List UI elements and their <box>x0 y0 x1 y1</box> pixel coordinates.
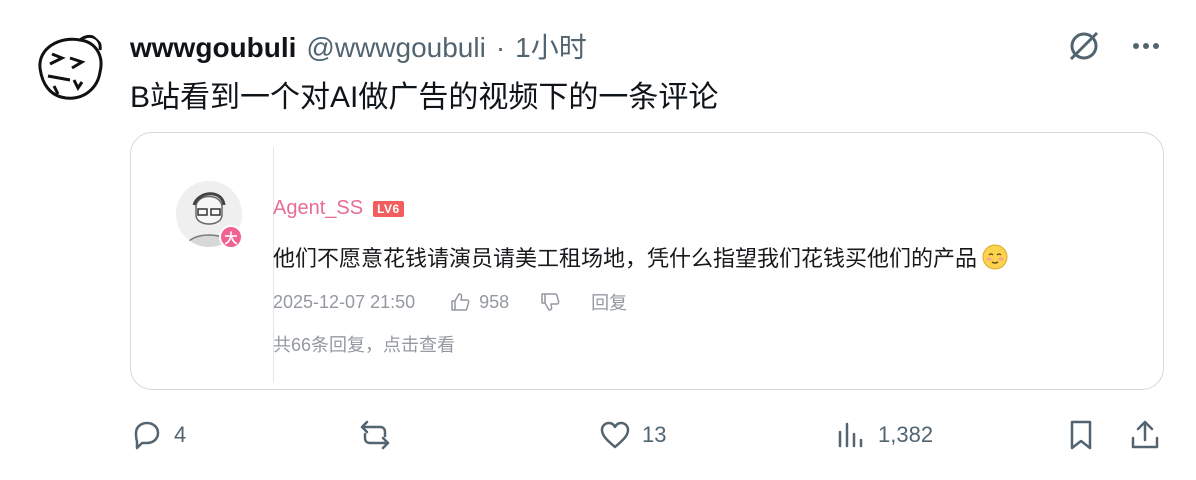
comment-text-row: 他们不愿意花钱请演员请美工租场地，凭什么指望我们花钱买他们的产品 <box>273 241 1009 273</box>
vip-badge: 大 <box>219 225 243 249</box>
doodle-face-icon <box>38 34 103 100</box>
action-bar: 4 13 1,382 <box>130 418 1170 458</box>
comment-reply: 回复 <box>591 293 628 313</box>
like-count: 13 <box>642 422 667 447</box>
display-name[interactable]: wwwgoubuli <box>130 32 296 64</box>
media-card[interactable]: 大 Agent_SS LV6 他们不愿意花钱请演员请美工租场地，凭什么指望我们花… <box>130 132 1164 390</box>
comment-replies-summary: 共66条回复，点击查看 <box>273 335 456 355</box>
share-icon <box>1131 420 1159 449</box>
top-icons <box>1064 26 1166 66</box>
blush-emoji-icon <box>982 244 1008 270</box>
comment-date: 2025-12-07 21:50 <box>273 291 416 312</box>
more-icon[interactable] <box>1126 26 1166 66</box>
views-icon <box>838 422 863 448</box>
comment-like: 958 <box>449 291 509 313</box>
comment-meta: 2025-12-07 21:50 958 回复 <box>273 289 627 315</box>
views-button[interactable]: 1,382 <box>834 418 933 452</box>
comment-user: Agent_SS LV6 <box>273 197 404 220</box>
timestamp[interactable]: 1小时 <box>515 26 587 66</box>
separator-dot: · <box>495 32 506 63</box>
handle[interactable]: @wwwgoubuli <box>306 32 485 64</box>
grok-icon[interactable] <box>1064 26 1104 66</box>
reply-count: 4 <box>174 422 187 447</box>
reply-icon <box>134 421 160 450</box>
thumbs-up-icon <box>451 293 470 311</box>
retweet-icon <box>360 420 390 450</box>
bookmark-button[interactable] <box>1064 418 1098 452</box>
view-count: 1,382 <box>878 422 934 447</box>
tweet-header: wwwgoubuli @wwwgoubuli · 1小时 <box>130 26 587 66</box>
comment-username: Agent_SS <box>273 197 364 219</box>
heart-icon <box>600 421 630 449</box>
share-button[interactable] <box>1128 418 1162 452</box>
comment-text: 他们不愿意花钱请演员请美工租场地，凭什么指望我们花钱买他们的产品 <box>273 246 978 271</box>
comment-dislike <box>539 291 561 313</box>
tweet-text: B站看到一个对AI做广告的视频下的一条评论 <box>130 81 719 114</box>
reply-button[interactable]: 4 <box>130 418 186 452</box>
level-badge: LV6 <box>373 200 404 217</box>
like-button[interactable]: 13 <box>598 418 666 452</box>
avatar[interactable] <box>30 28 110 108</box>
thumbs-down-icon <box>541 293 560 311</box>
bookmark-icon <box>1070 420 1092 450</box>
comment-like-count: 958 <box>479 291 510 312</box>
retweet-button[interactable] <box>358 418 402 452</box>
